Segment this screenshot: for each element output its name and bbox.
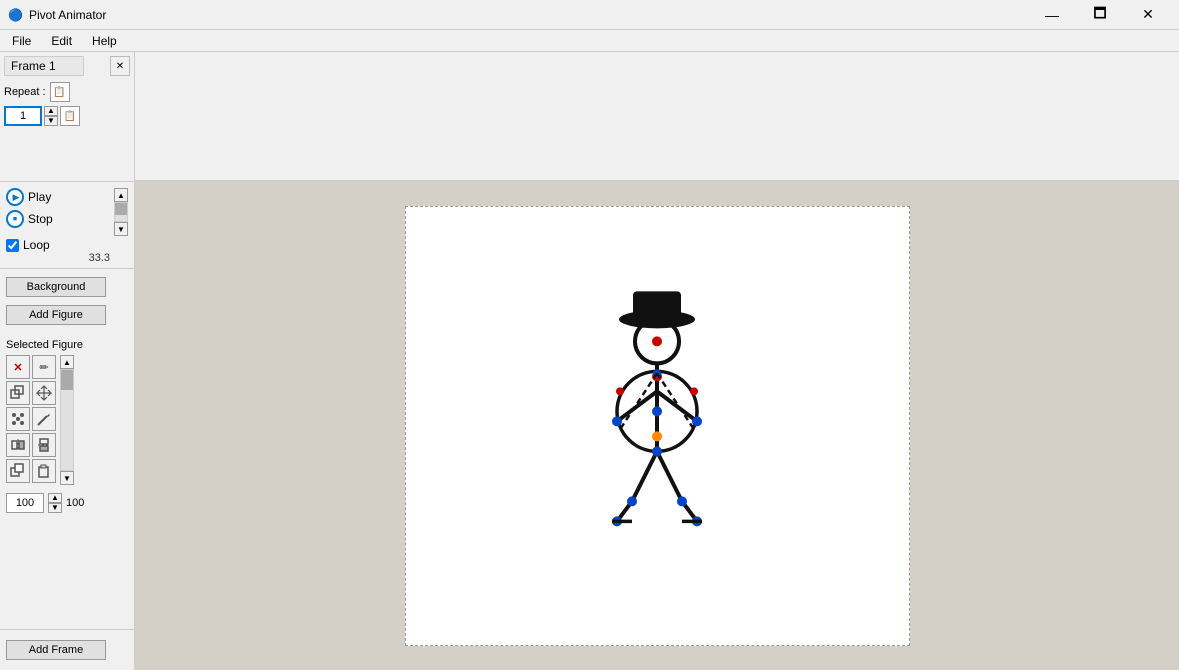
loop-row: Loop <box>6 238 128 252</box>
menubar: File Edit Help <box>0 30 1179 52</box>
repeat-input-row: ▲ ▼ 📋 <box>4 106 130 126</box>
tools-scroll-up[interactable]: ▲ <box>60 355 74 369</box>
close-button[interactable]: ✕ <box>1125 0 1171 30</box>
figure-tools: ✕ ✏ <box>6 355 56 483</box>
top-strip <box>135 52 1179 182</box>
size-row: ▲ ▼ 100 <box>6 493 128 513</box>
flip-v-button[interactable] <box>32 433 56 457</box>
frame-strip: Frame 1 ✕ Repeat : 📋 ▲ ▼ 📋 <box>0 52 134 182</box>
stop-label: Stop <box>28 212 53 226</box>
tools-scroll-track <box>60 369 74 471</box>
play-row: Play <box>6 188 53 206</box>
fps-value: 33.3 <box>89 252 110 264</box>
size-spinner: ▲ ▼ <box>48 493 62 513</box>
edit-figure-button[interactable]: ✏ <box>32 355 56 379</box>
add-figure-button[interactable]: Add Figure <box>6 305 106 325</box>
figure-buttons: Background Add Figure <box>0 269 134 333</box>
clone-figure-button[interactable] <box>6 381 30 405</box>
repeat-spinner: ▲ ▼ <box>44 106 58 126</box>
repeat-spin-up[interactable]: ▲ <box>44 106 58 116</box>
move-figure-button[interactable] <box>32 381 56 405</box>
flip-h-button[interactable] <box>6 433 30 457</box>
play-button[interactable] <box>6 188 24 206</box>
controls-area: Play Stop ▲ ▼ Loop <box>0 182 134 269</box>
titlebar: 🔵 Pivot Animator <box>8 8 106 22</box>
stop-row: Stop <box>6 210 53 228</box>
maximize-button[interactable]: 🗖 <box>1077 0 1123 30</box>
fps-display: 33.3 <box>6 252 128 264</box>
canvas-area <box>135 52 1179 670</box>
repeat-row: Repeat : 📋 <box>4 82 130 102</box>
loop-label: Loop <box>23 238 50 252</box>
size-display: 100 <box>66 497 84 509</box>
delete-frame-button[interactable]: ✕ <box>110 56 130 76</box>
size-input[interactable] <box>6 493 44 513</box>
play-label: Play <box>28 190 51 204</box>
paste-frames-button[interactable]: 📋 <box>60 106 80 126</box>
tools-scroll-down[interactable]: ▼ <box>60 471 74 485</box>
drawing-area <box>135 182 1179 670</box>
frame-label: Frame 1 <box>11 59 56 73</box>
size-spin-down[interactable]: ▼ <box>48 503 62 513</box>
scroll-thumb <box>115 203 127 215</box>
figure-container <box>577 281 737 544</box>
app-title: Pivot Animator <box>29 8 106 22</box>
tools-scroll-thumb <box>61 370 73 390</box>
scatter-figure-button[interactable] <box>6 407 30 431</box>
menu-help[interactable]: Help <box>84 32 125 50</box>
paste-figure-button[interactable] <box>32 459 56 483</box>
tools-scrollbar: ▲ ▼ <box>60 355 74 485</box>
selected-figure-label: Selected Figure <box>6 339 128 351</box>
wand-button[interactable] <box>32 407 56 431</box>
delete-figure-button[interactable]: ✕ <box>6 355 30 379</box>
copy-frames-button[interactable]: 📋 <box>50 82 70 102</box>
loop-checkbox[interactable] <box>6 239 19 252</box>
repeat-label: Repeat : <box>4 86 46 98</box>
repeat-input[interactable] <box>4 106 42 126</box>
add-frame-area: Add Frame <box>0 629 134 670</box>
repeat-spin-down[interactable]: ▼ <box>44 116 58 126</box>
window-controls: — 🗖 ✕ <box>1029 0 1171 30</box>
menu-file[interactable]: File <box>4 32 39 50</box>
play-stop-area: Play Stop <box>6 188 53 228</box>
add-frame-button[interactable]: Add Frame <box>6 640 106 660</box>
copy-figure-button[interactable] <box>6 459 30 483</box>
background-button[interactable]: Background <box>6 277 106 297</box>
scroll-up-arrow[interactable]: ▲ <box>114 188 128 202</box>
scroll-track <box>114 202 128 222</box>
canvas-inner <box>405 206 910 646</box>
selected-figure-area: Selected Figure ✕ ✏ <box>0 333 134 629</box>
stop-button[interactable] <box>6 210 24 228</box>
menu-edit[interactable]: Edit <box>43 32 80 50</box>
scroll-down-arrow[interactable]: ▼ <box>114 222 128 236</box>
size-spin-up[interactable]: ▲ <box>48 493 62 503</box>
app-icon: 🔵 <box>8 8 23 22</box>
minimize-button[interactable]: — <box>1029 0 1075 30</box>
left-panel: Frame 1 ✕ Repeat : 📋 ▲ ▼ 📋 <box>0 52 135 670</box>
